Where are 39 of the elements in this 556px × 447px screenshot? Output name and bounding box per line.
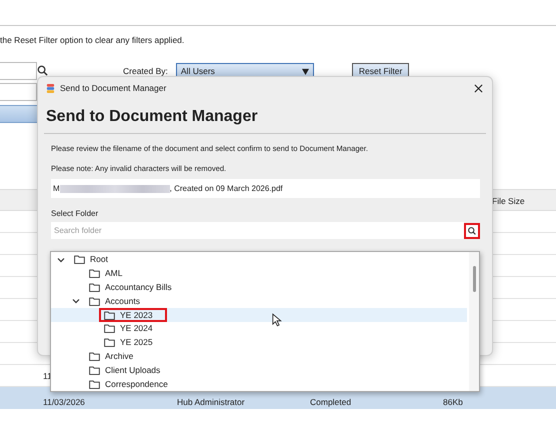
instruction-text: the Reset Filter option to clear any filters applied. [0, 34, 186, 46]
select-folder-label: Select Folder [50, 209, 100, 218]
folder-item[interactable]: YE 2023 [99, 308, 167, 322]
folder-icon [89, 282, 100, 292]
search-icon[interactable] [37, 65, 48, 76]
table-cell: 11/03/2026 [43, 397, 85, 407]
dropdown-arrow-icon [302, 68, 309, 74]
app-logo-icon [46, 82, 55, 94]
folder-item[interactable]: Accounts [84, 294, 145, 308]
cursor-icon [272, 313, 282, 327]
folder-item[interactable]: YE 2025 [99, 336, 158, 350]
folder-icon [104, 338, 115, 348]
folder-icon [89, 380, 100, 389]
folder-item[interactable]: Archive [84, 350, 138, 364]
search-folder-field[interactable]: Search folder [51, 222, 464, 239]
folder-icon [89, 352, 100, 361]
folder-icon [89, 269, 100, 278]
table-cell: Completed [310, 397, 352, 407]
folder-icon [104, 324, 115, 334]
folder-item[interactable]: Client Uploads [84, 363, 166, 378]
folder-icon [89, 366, 100, 375]
created-by-label: Created By: [123, 66, 168, 76]
folder-item[interactable]: Root [69, 253, 113, 267]
chevron-icon[interactable] [72, 297, 80, 306]
chevron-icon[interactable] [57, 256, 65, 264]
table-cell: Hub Administrator [177, 397, 245, 407]
search-icon[interactable] [464, 222, 480, 238]
table-cell: 86Kb [443, 397, 463, 407]
filename-field[interactable]: M , Created on 09 March 2026.pdf [51, 179, 480, 198]
folder-icon [104, 310, 115, 320]
folder-icon [89, 296, 100, 306]
folder-item[interactable]: Accountancy Bills [84, 280, 177, 294]
scrollbar-thumb[interactable] [472, 266, 476, 292]
dialog-heading: Send to Document Manager [45, 108, 259, 126]
folder-item[interactable]: YE 2024 [99, 322, 158, 336]
folder-icon [74, 255, 85, 264]
window-title: Send to Document Manager [60, 83, 166, 93]
close-icon[interactable] [474, 84, 483, 92]
folder-item[interactable]: AML [84, 266, 128, 281]
